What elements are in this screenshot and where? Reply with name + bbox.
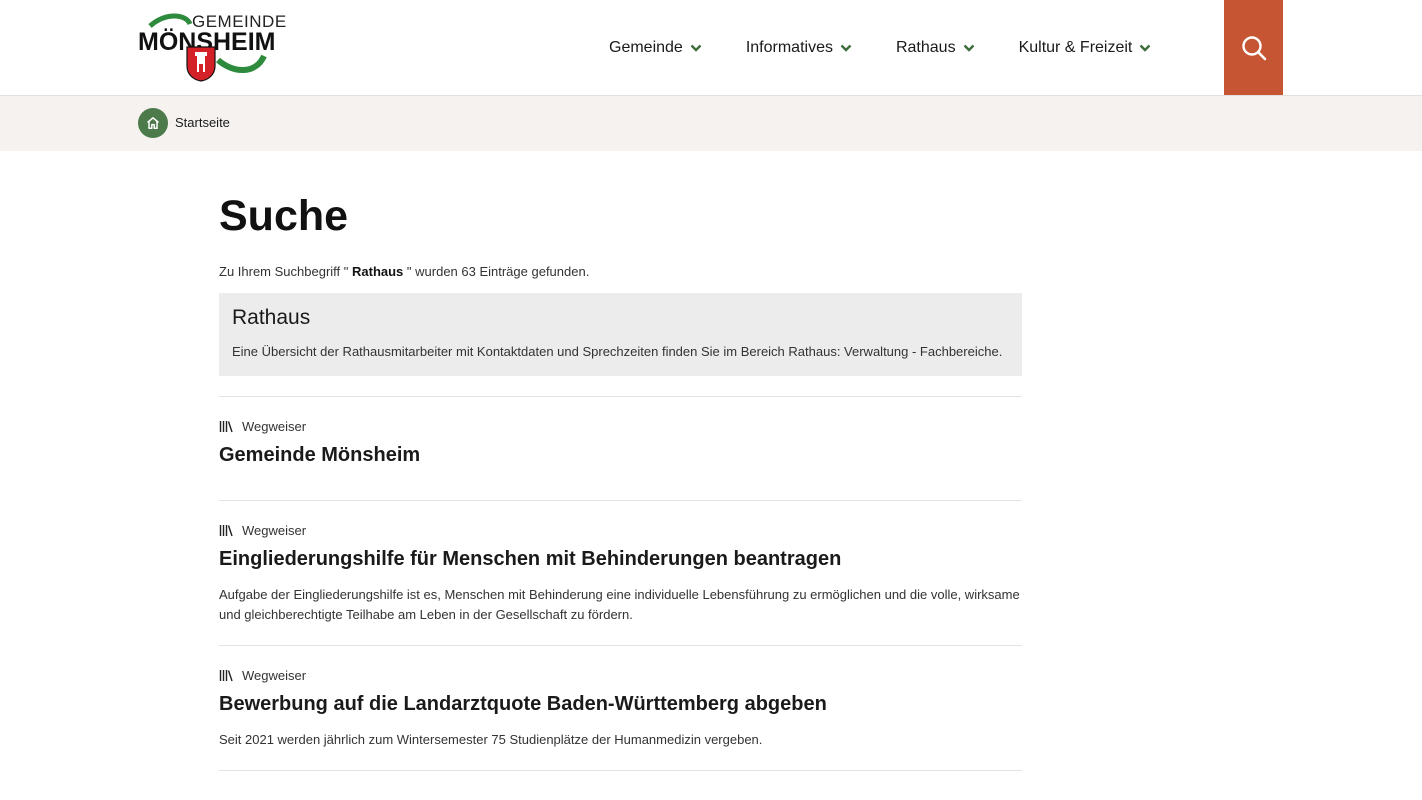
books-icon bbox=[219, 525, 233, 537]
featured-title: Rathaus bbox=[232, 306, 311, 329]
search-icon bbox=[1241, 35, 1266, 60]
nav-item-label: Rathaus bbox=[895, 38, 956, 56]
page-title: Suche bbox=[219, 192, 349, 240]
nav-item-label: Kultur & Freizeit bbox=[1018, 38, 1133, 56]
nav-item-informatives[interactable]: Informatives bbox=[746, 39, 852, 57]
nav-item-gemeinde[interactable]: Gemeinde bbox=[609, 39, 702, 57]
nav-item-rathaus[interactable]: Rathaus bbox=[896, 39, 975, 57]
nav-item-kultur-freizeit[interactable]: Kultur & Freizeit bbox=[1019, 39, 1152, 57]
result-category-label: Wegweiser bbox=[242, 523, 307, 538]
search-term: Rathaus bbox=[352, 264, 404, 279]
result-info-prefix: Zu Ihrem Suchbegriff " bbox=[219, 264, 352, 279]
breadcrumb: Startseite bbox=[0, 96, 1422, 151]
result-title[interactable]: Eingliederungshilfe für Menschen mit Beh… bbox=[219, 548, 1022, 571]
search-results-main: Suche Zu Ihrem Suchbegriff " Rathaus " w… bbox=[219, 190, 1022, 771]
site-header: GEMEINDE MÖNSHEIM Gemeinde Informatives … bbox=[0, 0, 1422, 96]
featured-text: Eine Übersicht der Rathausmitarbeiter mi… bbox=[232, 344, 1003, 359]
home-link[interactable] bbox=[138, 108, 168, 138]
search-result-item[interactable]: Wegweiser Gemeinde Mönsheim bbox=[219, 397, 1022, 501]
site-logo[interactable]: GEMEINDE MÖNSHEIM bbox=[138, 12, 286, 84]
home-icon bbox=[147, 117, 159, 129]
result-description: Aufgabe der Eingliederungshilfe ist es, … bbox=[219, 587, 1020, 622]
result-count-text: Zu Ihrem Suchbegriff " Rathaus " wurden … bbox=[219, 264, 1022, 279]
crest-icon bbox=[186, 46, 216, 82]
main-navigation: Gemeinde Informatives Rathaus Kultur & F… bbox=[609, 0, 1195, 95]
search-result-item[interactable]: Wegweiser Bewerbung auf die Landarztquot… bbox=[219, 646, 1022, 771]
books-icon bbox=[219, 670, 233, 682]
result-description: Seit 2021 werden jährlich zum Winterseme… bbox=[219, 732, 763, 747]
breadcrumb-startseite[interactable]: Startseite bbox=[175, 115, 230, 130]
search-result-item[interactable]: Wegweiser Eingliederungshilfe für Mensch… bbox=[219, 501, 1022, 646]
result-info-suffix: " wurden 63 Einträge gefunden. bbox=[403, 264, 590, 279]
result-category-label: Wegweiser bbox=[242, 419, 307, 434]
result-category-label: Wegweiser bbox=[242, 668, 307, 683]
featured-result[interactable]: Rathaus Eine Übersicht der Rathausmitarb… bbox=[219, 293, 1022, 376]
result-category: Wegweiser bbox=[219, 523, 1022, 538]
chevron-down-icon bbox=[840, 44, 852, 52]
chevron-down-icon bbox=[690, 44, 702, 52]
result-category: Wegweiser bbox=[219, 668, 1022, 683]
search-button[interactable] bbox=[1224, 0, 1283, 95]
nav-item-label: Informatives bbox=[745, 38, 833, 56]
books-icon bbox=[219, 421, 233, 433]
result-title[interactable]: Gemeinde Mönsheim bbox=[219, 444, 1022, 467]
nav-item-label: Gemeinde bbox=[609, 38, 683, 56]
chevron-down-icon bbox=[963, 44, 974, 52]
chevron-down-icon bbox=[1140, 44, 1151, 52]
result-title[interactable]: Bewerbung auf die Landarztquote Baden-Wü… bbox=[219, 693, 1022, 716]
result-category: Wegweiser bbox=[219, 419, 1022, 434]
